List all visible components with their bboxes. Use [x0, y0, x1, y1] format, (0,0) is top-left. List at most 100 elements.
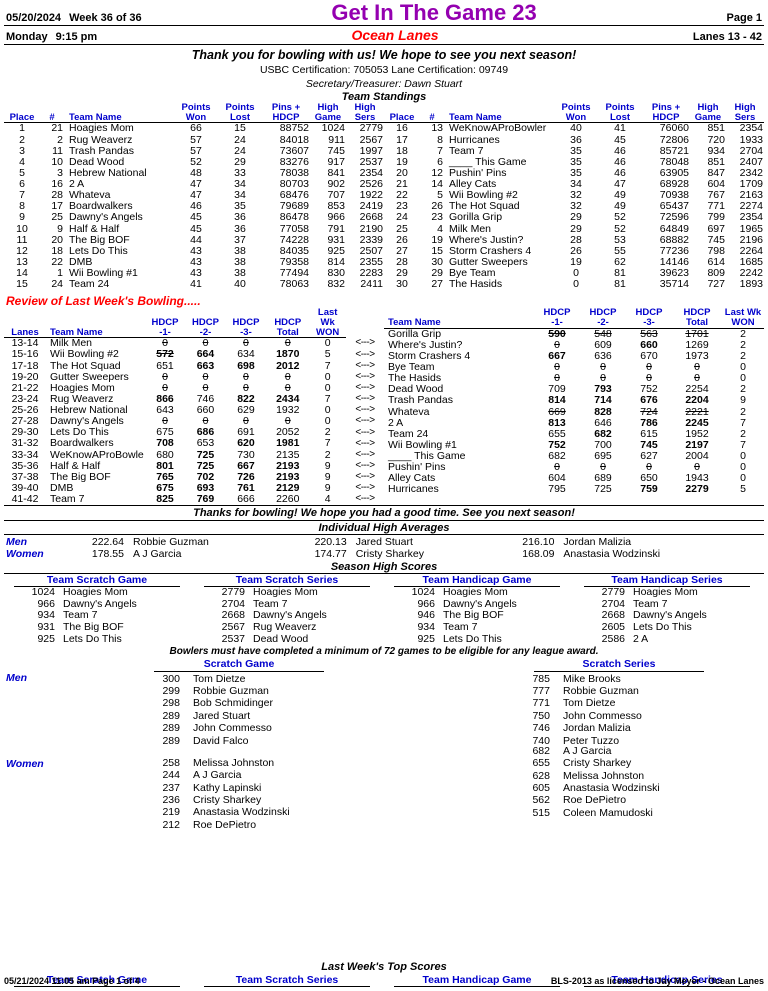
th-hdcp3-1: HDCP	[232, 316, 260, 328]
score-value: 934	[417, 621, 435, 634]
review-hdcp-game-1: 795	[548, 483, 566, 496]
review-team-name: Gorilla Grip	[388, 327, 442, 340]
standing-points-won: 40	[570, 122, 582, 135]
standing-high-game: 911	[328, 133, 345, 146]
standings-right-column: Points Points Pins + High High Place # T…	[384, 103, 764, 290]
score-value: 289	[162, 734, 180, 747]
individual-scratch-section: Scratch Game Men 300 Tom Dietze 299 Robbie …	[4, 658, 764, 831]
season-block-2-table: 1024 Hoagies Mom 966 Dawny's Angels 946 The B…	[384, 587, 574, 645]
standing-high-game: 720	[707, 133, 725, 146]
season-block-3-table: 2779 Hoagies Mom 2704 Team 7 2668 Dawny's Ang…	[574, 587, 764, 645]
sheet-header: 05/20/2024 Week 36 of 36 Get In The Game …	[4, 0, 764, 25]
review-hdcp-total: 1701	[685, 327, 709, 340]
bowler-name: John Commesso	[563, 709, 642, 722]
standings-table-left: Points Points Pins + High High Place # T…	[4, 103, 384, 290]
standing-points-won: 66	[190, 122, 202, 135]
table-row: Trash Pandas 814 714 676 2204 9	[384, 395, 764, 406]
list-item: 289 Jared Stuart	[4, 710, 384, 722]
match-arrow-icon: <--->	[355, 426, 375, 438]
th-highgame-2: Game	[310, 112, 346, 124]
th-num-label-r: #	[420, 112, 444, 124]
review-last-week-won: 7	[324, 437, 331, 450]
standing-place: 17	[396, 133, 408, 146]
list-item: 934 Team 7	[384, 621, 574, 634]
standing-points-lost: 45	[614, 133, 626, 146]
standing-high-game: 791	[327, 222, 345, 235]
th-hdcp2-1: HDCP	[192, 316, 219, 328]
review-title: Review of Last Week's Bowling.....	[6, 294, 201, 309]
standing-pins-hdcp: 84018	[279, 133, 309, 146]
bowler-name: Jordan Malizia	[563, 722, 631, 735]
season-block-0-table: 1024 Hoagies Mom 966 Dawny's Angels 934 Team …	[4, 587, 194, 645]
avg-women-score-1: 178.55	[91, 548, 124, 561]
table-row: 24 23 Gorilla Grip 29 52 72596 799 2354	[384, 212, 764, 223]
averages-divider	[4, 534, 764, 536]
list-item: 2537 Dead Wood	[194, 632, 384, 646]
table-row: Bye Team 0 0 0 0 0	[384, 361, 764, 373]
bowler-name: Melissa Johnston	[563, 769, 645, 782]
standing-place: 2	[19, 133, 25, 146]
standing-pins-hdcp: 78063	[279, 278, 309, 291]
list-item: 289 David Falco	[4, 735, 384, 747]
avg-women-score-2: 174.77	[314, 548, 347, 561]
avg-men-name-2: Jared Stuart	[355, 536, 413, 549]
score-team-name: Dead Wood	[253, 632, 309, 645]
th-pins-2: HDCP	[262, 112, 310, 124]
th-lastwk-2-r: WON	[722, 318, 764, 329]
standing-pins-hdcp: 88752	[279, 122, 309, 135]
score-value: 605	[532, 782, 550, 795]
bowler-name: Robbie Guzman	[563, 685, 639, 698]
team-standings-title: Team Standings	[341, 91, 427, 103]
score-value: 562	[532, 794, 550, 807]
table-row: 10 9 Half & Half 45 36 77058 791 2190	[4, 222, 384, 235]
standing-high-series: 1965	[739, 222, 763, 235]
list-item: 258 Melissa Johnston	[4, 757, 384, 769]
avg-men-score-2: 220.13	[314, 536, 347, 549]
standing-points-won: 36	[570, 133, 582, 146]
th-points-lost-2-r: Lost	[598, 112, 642, 124]
standing-team-name: Milk Men	[449, 222, 492, 235]
scratch-game-title: Scratch Game	[154, 658, 324, 672]
review-hdcp-game-1: 814	[548, 394, 566, 407]
review-hdcp-game-2: 714	[594, 394, 612, 407]
table-row: Hurricanes 795 725 759 2279 5	[384, 484, 764, 495]
list-item: 682 A J Garcia	[384, 745, 764, 757]
secretary-line: Secretary/Treasurer: Dawn Stuart	[305, 78, 463, 90]
high-averages-title: Individual High Averages	[318, 522, 450, 535]
review-hdcp-total: 2279	[685, 483, 709, 496]
review-hdcp-game-1: 708	[156, 437, 174, 450]
standing-team-number: 13	[431, 122, 443, 135]
eligibility-note: Bowlers must have completed a minimum of…	[169, 646, 599, 658]
standing-high-game: 851	[707, 122, 725, 135]
standing-points-lost: 81	[614, 278, 626, 291]
review-hdcp-game-1: 590	[548, 327, 566, 340]
list-item: 771 Tom Dietze	[384, 697, 764, 709]
list-item: 244 A J Garcia	[4, 769, 384, 781]
last-week-block-2-title: Team Handicap Game	[394, 974, 560, 988]
review-hdcp-total: 1870	[276, 348, 300, 361]
th-hdcptot-1: HDCP	[274, 316, 302, 328]
list-item: 746 Jordan Malizia	[384, 722, 764, 734]
table-row: 1 21 Hoagies Mom 66 15 88752 1024 2779	[4, 123, 384, 135]
th-highsers-2-r: Sers	[726, 112, 764, 124]
th-hdcptot-2-r: Total	[672, 318, 722, 329]
table-row: 16 13 WeKnowAProBowler 40 41 76060 851 2354	[384, 123, 764, 135]
list-item: 2586 2 A	[574, 633, 764, 646]
season-block-3: Team Handicap Series 2779 Hoagies Mom 2704…	[574, 574, 764, 645]
standing-points-lost: 40	[234, 278, 246, 291]
averages-men-row: Men 222.64 Robbie Guzman 220.13 Jared St…	[4, 536, 764, 548]
review-hdcp-game-3: 759	[640, 483, 658, 496]
standing-points-won: 29	[570, 222, 582, 235]
standing-high-game: 832	[327, 278, 345, 291]
table-row: Whateva 669 828 724 2221 2	[384, 406, 764, 418]
avg-men-score-3: 216.10	[522, 536, 555, 549]
score-value: 628	[532, 769, 550, 782]
list-item: 2567 Rug Weaverz	[194, 621, 384, 634]
list-item: 562 Roe DePietro	[384, 794, 764, 806]
th-lastwk-2: WON	[309, 327, 346, 339]
closing-message: Thanks for bowling! We hope you had a go…	[193, 507, 575, 520]
table-row: 41-42 Team 7 825 769 666 2260 4 <--->	[4, 493, 384, 505]
review-left-body: 13-14 Milk Men 0 0 0 0 0 <---> 15-16 Wii Bowling …	[4, 338, 384, 505]
week-label: Week 36 of 36	[69, 12, 142, 24]
page-number: Page 1	[726, 12, 762, 24]
